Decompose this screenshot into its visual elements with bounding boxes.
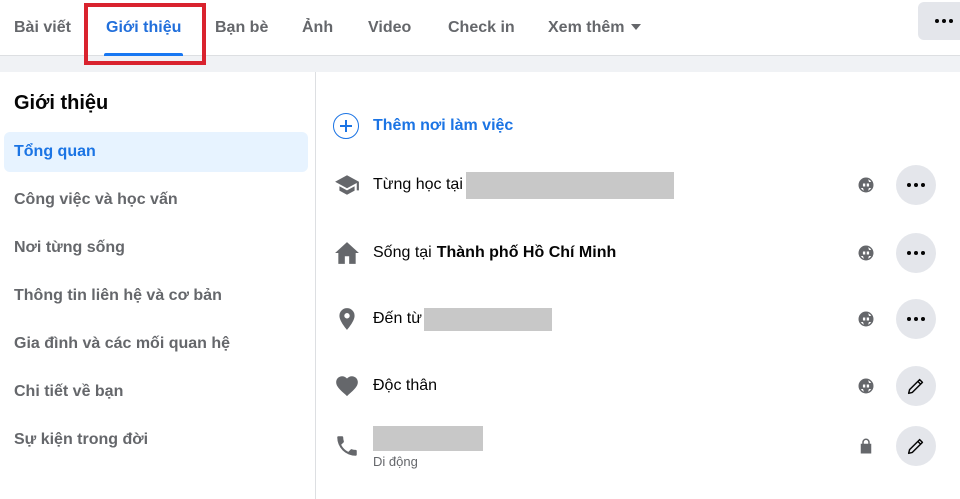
- tab-label: Video: [368, 19, 412, 36]
- about-sidebar: Giới thiệu Tổng quan Công việc và học vấ…: [0, 72, 316, 499]
- more-dots-icon: [907, 251, 925, 255]
- tab-label: Bạn bè: [215, 19, 269, 36]
- hometown-prefix: Đến từ: [373, 310, 422, 327]
- tab-see-more[interactable]: Xem thêm: [548, 0, 642, 56]
- sidebar-item-label: Tổng quan: [14, 143, 96, 160]
- hometown-more-button[interactable]: [896, 299, 936, 339]
- education-prefix: Từng học tại: [373, 176, 463, 193]
- globe-icon[interactable]: [856, 309, 876, 329]
- heart-icon: [333, 372, 361, 400]
- sidebar-item-label: Công việc và học vấn: [14, 191, 178, 208]
- profile-tab-bar: Bài viết Giới thiệu Bạn bè Ảnh Video Che…: [0, 0, 960, 56]
- current-city-row: Sống tại Thành phố Hồ Chí Minh: [333, 231, 936, 275]
- current-city-more-button[interactable]: [896, 233, 936, 273]
- globe-icon[interactable]: [856, 243, 876, 263]
- sidebar-item-places-lived[interactable]: Nơi từng sống: [4, 228, 308, 268]
- tab-label: Bài viết: [14, 19, 71, 36]
- globe-icon[interactable]: [856, 175, 876, 195]
- tab-photos[interactable]: Ảnh: [302, 0, 333, 56]
- tab-videos[interactable]: Video: [368, 0, 411, 56]
- globe-icon[interactable]: [856, 376, 876, 396]
- pencil-icon: [907, 438, 924, 455]
- sidebar-item-label: Chi tiết về bạn: [14, 383, 124, 400]
- sidebar-item-label: Nơi từng sống: [14, 239, 125, 256]
- add-workplace-link[interactable]: Thêm nơi làm việc: [333, 112, 513, 140]
- map-pin-icon: [333, 305, 361, 333]
- tab-about[interactable]: Giới thiệu: [104, 0, 184, 56]
- relationship-text: Độc thân: [373, 377, 437, 395]
- phone-text: [373, 425, 483, 451]
- pencil-icon: [907, 378, 924, 395]
- redacted-hometown: [423, 307, 552, 331]
- hometown-row: Đến từ: [333, 297, 936, 341]
- relationship-status: Độc thân: [373, 377, 438, 394]
- phone-type-label: Di động: [373, 454, 418, 469]
- sidebar-item-life-events[interactable]: Sự kiện trong đời: [4, 420, 308, 460]
- current-city-text: Sống tại Thành phố Hồ Chí Minh: [373, 244, 616, 262]
- lock-icon[interactable]: [856, 436, 876, 456]
- graduation-cap-icon: [333, 171, 361, 199]
- phone-edit-button[interactable]: [896, 426, 936, 466]
- profile-more-button[interactable]: [918, 2, 960, 40]
- plus-circle-icon: [333, 113, 359, 139]
- tab-label: Ảnh: [302, 19, 334, 36]
- tab-friends[interactable]: Bạn bè: [215, 0, 268, 56]
- sidebar-title: Giới thiệu: [14, 92, 109, 114]
- sidebar-item-family-relationships[interactable]: Gia đình và các mối quan hệ: [4, 324, 308, 364]
- sidebar-item-details[interactable]: Chi tiết về bạn: [4, 372, 308, 412]
- phone-icon: [333, 432, 361, 460]
- sidebar-item-label: Thông tin liên hệ và cơ bản: [14, 287, 222, 304]
- tab-checkins[interactable]: Check in: [448, 0, 515, 56]
- tab-posts[interactable]: Bài viết: [14, 0, 71, 56]
- tab-label: Giới thiệu: [106, 19, 182, 36]
- home-icon: [333, 239, 361, 267]
- phone-row: Di động: [333, 424, 936, 469]
- add-workplace-label: Thêm nơi làm việc: [373, 117, 514, 134]
- current-city-value[interactable]: Thành phố Hồ Chí Minh: [437, 244, 617, 262]
- redacted-phone: [373, 425, 483, 451]
- tab-label: Xem thêm: [548, 19, 625, 36]
- sidebar-item-label: Gia đình và các mối quan hệ: [14, 335, 231, 352]
- education-more-button[interactable]: [896, 165, 936, 205]
- redacted-school: [465, 171, 674, 199]
- sidebar-item-work-education[interactable]: Công việc và học vấn: [4, 180, 308, 220]
- more-dots-icon: [907, 183, 925, 187]
- tab-label: Check in: [448, 19, 515, 36]
- relationship-edit-button[interactable]: [896, 366, 936, 406]
- hometown-text: Đến từ: [373, 307, 552, 331]
- sidebar-item-overview[interactable]: Tổng quan: [4, 132, 308, 172]
- about-card: Giới thiệu Tổng quan Công việc và học vấ…: [0, 72, 960, 499]
- overview-content: Thêm nơi làm việc Từng học tại Sống tại …: [317, 72, 960, 499]
- education-row: Từng học tại: [333, 163, 936, 207]
- sidebar-item-contact-basic-info[interactable]: Thông tin liên hệ và cơ bản: [4, 276, 308, 316]
- more-dots-icon: [935, 19, 953, 23]
- current-city-prefix: Sống tại: [373, 244, 432, 261]
- relationship-row: Độc thân: [333, 364, 936, 408]
- caret-down-icon: [631, 24, 642, 30]
- sidebar-item-label: Sự kiện trong đời: [14, 431, 149, 448]
- education-text: Từng học tại: [373, 171, 674, 199]
- more-dots-icon: [907, 317, 925, 321]
